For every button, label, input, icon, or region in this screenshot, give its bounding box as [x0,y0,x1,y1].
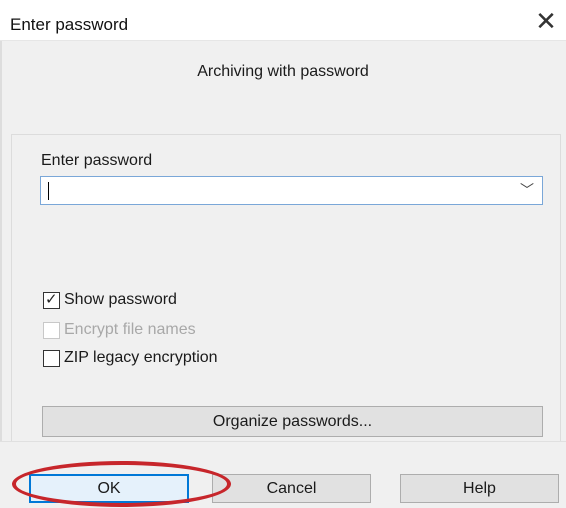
ok-button[interactable]: OK [29,474,189,503]
text-caret [48,182,49,200]
organize-passwords-button[interactable]: Organize passwords... [42,406,543,437]
window-edge [0,41,2,441]
encrypt-file-names-checkbox [43,321,60,339]
show-password-label: Show password [64,291,177,308]
chevron-down-icon[interactable]: ﹀ [520,180,534,200]
close-icon: ✕ [535,5,557,36]
zip-legacy-encryption-label: ZIP legacy encryption [64,349,218,366]
password-combo-input[interactable]: ﹀ [40,176,543,205]
close-button[interactable]: ✕ [526,4,566,38]
password-field-label: Enter password [41,152,153,169]
title-bar: Enter password ✕ [0,0,566,41]
help-button[interactable]: Help [400,474,559,503]
zip-legacy-encryption-checkbox[interactable] [43,349,60,367]
encrypt-file-names-option: Encrypt file names [43,320,196,340]
zip-legacy-encryption-option[interactable]: ZIP legacy encryption [43,348,218,368]
cancel-button[interactable]: Cancel [212,474,371,503]
password-dialog: Enter password ✕ Archiving with password… [0,0,566,508]
show-password-option[interactable]: ✓ Show password [43,290,177,310]
checkmark-icon: ✓ [45,290,58,308]
window-title: Enter password [10,15,129,34]
show-password-checkbox[interactable]: ✓ [43,290,60,309]
encrypt-file-names-label: Encrypt file names [64,321,196,338]
dialog-subtitle: Archiving with password [197,63,369,80]
